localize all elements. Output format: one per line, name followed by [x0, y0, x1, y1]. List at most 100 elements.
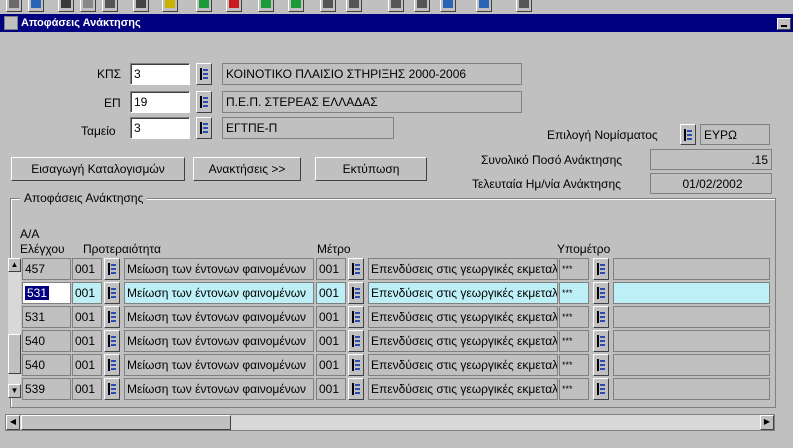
- list-icon: [597, 263, 605, 275]
- vertical-scroll-thumb[interactable]: [8, 334, 21, 374]
- save-icon[interactable]: [6, 0, 22, 12]
- aa-cell[interactable]: 531: [22, 306, 71, 328]
- submeasure-code-cell[interactable]: ***: [559, 354, 589, 376]
- priority-list-button[interactable]: [104, 378, 120, 400]
- measure-description-cell: Επενδύσεις στις γεωργικές εκμεταλλεύσεις: [368, 306, 558, 328]
- submeasure-list-button[interactable]: [593, 378, 609, 400]
- scroll-down-icon[interactable]: ▼: [8, 384, 21, 398]
- kps-code-field[interactable]: 3: [130, 63, 190, 85]
- tameio-code-field[interactable]: 3: [130, 117, 190, 139]
- minimize-button[interactable]: [777, 18, 791, 30]
- measure-code-cell[interactable]: 001: [316, 354, 346, 376]
- table-row[interactable]: 531 001 Μείωση των έντονων φαινομένων 001 Επ…: [0, 282, 793, 304]
- measure-code-cell[interactable]: 001: [316, 282, 346, 304]
- table-row[interactable]: 539 001 Μείωση των έντονων φαινομένων 001 Επ…: [0, 378, 793, 400]
- measure-list-button[interactable]: [348, 282, 364, 304]
- priority-code-cell[interactable]: 001: [72, 330, 102, 352]
- list-icon: [352, 335, 360, 347]
- back-icon[interactable]: [28, 0, 44, 12]
- currency-value: ΕΥΡΩ: [700, 124, 770, 145]
- scroll-left-icon[interactable]: ◀: [6, 415, 20, 430]
- aa-cell[interactable]: 531: [22, 282, 71, 304]
- edit-icon[interactable]: [58, 0, 74, 12]
- form-icon[interactable]: [346, 0, 362, 12]
- submeasure-description-cell: [613, 306, 770, 328]
- delete-icon[interactable]: [226, 0, 242, 12]
- table-row[interactable]: 540 001 Μείωση των έντονων φαινομένων 001 Επ…: [0, 330, 793, 352]
- info-icon[interactable]: [440, 0, 456, 12]
- list-icon: [597, 359, 605, 371]
- add-icon[interactable]: [196, 0, 212, 12]
- ep-list-button[interactable]: [196, 91, 212, 113]
- priority-code-cell[interactable]: 001: [72, 282, 102, 304]
- forward-icon[interactable]: [288, 0, 304, 12]
- submeasure-list-button[interactable]: [593, 258, 609, 280]
- submeasure-code-cell[interactable]: ***: [559, 258, 589, 280]
- scroll-up-icon[interactable]: ▲: [8, 258, 21, 272]
- list-icon: [108, 383, 116, 395]
- tameio-list-button[interactable]: [196, 117, 212, 139]
- priority-list-button[interactable]: [104, 354, 120, 376]
- help-icon[interactable]: [516, 0, 532, 12]
- submeasure-code-cell[interactable]: ***: [559, 306, 589, 328]
- horizontal-scrollbar[interactable]: ◀ ▶: [5, 414, 775, 431]
- submeasure-code-cell[interactable]: ***: [559, 282, 589, 304]
- col-header-aa: Α/Α: [20, 227, 40, 241]
- submeasure-list-button[interactable]: [593, 354, 609, 376]
- table-row[interactable]: 457 001 Μείωση των έντονων φαινομένων 001 Επ…: [0, 258, 793, 280]
- currency-list-button[interactable]: [680, 124, 696, 145]
- up-icon[interactable]: [258, 0, 274, 12]
- submeasure-list-button[interactable]: [593, 306, 609, 328]
- measure-code-cell[interactable]: 001: [316, 306, 346, 328]
- measure-description-cell: Επενδύσεις στις γεωργικές εκμεταλλεύσεις: [368, 354, 558, 376]
- table-vertical-scrollbar[interactable]: ▲ ▼: [8, 258, 21, 398]
- horizontal-scroll-thumb[interactable]: [21, 415, 231, 430]
- list-icon: [108, 263, 116, 275]
- print-button[interactable]: Εκτύπωση: [315, 157, 427, 181]
- clear-icon[interactable]: [80, 0, 96, 12]
- submeasure-code-cell[interactable]: ***: [559, 378, 589, 400]
- priority-description-cell: Μείωση των έντονων φαινομένων: [124, 330, 314, 352]
- last-date-value: 01/02/2002: [650, 173, 772, 194]
- aa-cell[interactable]: 539: [22, 378, 71, 400]
- table-row[interactable]: 531 001 Μείωση των έντονων φαινομένων 001 Επ…: [0, 306, 793, 328]
- priority-list-button[interactable]: [104, 306, 120, 328]
- cut-icon[interactable]: [133, 0, 149, 12]
- recoveries-button[interactable]: Ανακτήσεις >>: [193, 157, 301, 181]
- tameio-description: ΕΓΤΠΕ-Π: [222, 117, 394, 139]
- measure-list-button[interactable]: [348, 306, 364, 328]
- scroll-right-icon[interactable]: ▶: [760, 415, 774, 430]
- aa-cell[interactable]: 457: [22, 258, 71, 280]
- priority-list-button[interactable]: [104, 282, 120, 304]
- priority-code-cell[interactable]: 001: [72, 258, 102, 280]
- aa-cell[interactable]: 540: [22, 330, 71, 352]
- measure-code-cell[interactable]: 001: [316, 330, 346, 352]
- submeasure-list-button[interactable]: [593, 330, 609, 352]
- table-row[interactable]: 540 001 Μείωση των έντονων φαινομένων 001 Επ…: [0, 354, 793, 376]
- measure-list-button[interactable]: [348, 258, 364, 280]
- aa-cell[interactable]: 540: [22, 354, 71, 376]
- priority-list-button[interactable]: [104, 258, 120, 280]
- exit-icon[interactable]: [476, 0, 492, 12]
- kps-description: ΚΟΙΝΟΤΙΚΟ ΠΛΑΙΣΙΟ ΣΤΗΡΙΞΗΣ 2000-2006: [222, 63, 522, 85]
- ep-code-field[interactable]: 19: [130, 91, 190, 113]
- priority-list-button[interactable]: [104, 330, 120, 352]
- table-icon[interactable]: [414, 0, 430, 12]
- print-icon[interactable]: [102, 0, 118, 12]
- measure-list-button[interactable]: [348, 330, 364, 352]
- priority-code-cell[interactable]: 001: [72, 378, 102, 400]
- list-icon[interactable]: [320, 0, 336, 12]
- measure-list-button[interactable]: [348, 378, 364, 400]
- import-assessments-button[interactable]: Εισαγωγή Καταλογισμών: [11, 157, 185, 181]
- copy-icon[interactable]: [388, 0, 404, 12]
- priority-code-cell[interactable]: 001: [72, 306, 102, 328]
- measure-code-cell[interactable]: 001: [316, 378, 346, 400]
- submeasure-code-cell[interactable]: ***: [559, 330, 589, 352]
- pen-icon[interactable]: [162, 0, 178, 12]
- measure-code-cell[interactable]: 001: [316, 258, 346, 280]
- kps-list-button[interactable]: [196, 63, 212, 85]
- list-icon: [352, 287, 360, 299]
- measure-list-button[interactable]: [348, 354, 364, 376]
- submeasure-list-button[interactable]: [593, 282, 609, 304]
- priority-code-cell[interactable]: 001: [72, 354, 102, 376]
